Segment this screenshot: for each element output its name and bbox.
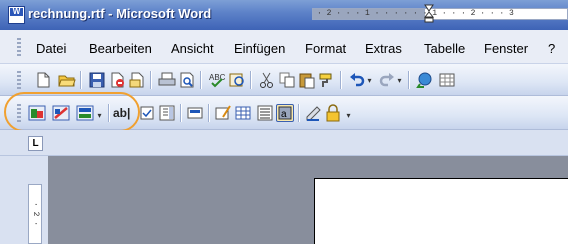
form-field-options-icon[interactable]	[186, 104, 204, 122]
toolbar-separator	[108, 104, 109, 122]
toolbar-separator	[150, 71, 151, 89]
open-folder-icon[interactable]	[58, 71, 76, 89]
undo-dropdown-icon[interactable]: ▾	[366, 75, 373, 86]
toolbar-separator	[208, 104, 209, 122]
word-document-icon[interactable]: W	[8, 6, 25, 24]
toolbar-grip[interactable]	[17, 71, 21, 89]
menu-ansicht[interactable]: Ansicht	[171, 41, 214, 56]
protect-form-icon[interactable]	[324, 104, 342, 122]
tables-borders-icon[interactable]	[438, 71, 456, 89]
menu-einfuegen[interactable]: Einfügen	[234, 41, 285, 56]
checkbox-icon[interactable]	[138, 104, 156, 122]
format-painter-icon[interactable]	[318, 71, 336, 89]
cut-icon[interactable]	[258, 71, 276, 89]
permission-icon[interactable]	[108, 71, 126, 89]
print-icon[interactable]	[158, 71, 176, 89]
spelling-icon[interactable]: ABC	[208, 71, 226, 89]
toolbar-grip[interactable]	[17, 104, 21, 122]
menu-bearbeiten[interactable]: Bearbeiten	[89, 41, 152, 56]
forms-toolbar-options-icon[interactable]: ▾	[345, 110, 352, 121]
menu-bar: Datei Bearbeiten Ansicht Einfügen Format…	[0, 30, 568, 64]
email-icon[interactable]	[128, 71, 146, 89]
form-button-3-icon[interactable]	[76, 104, 94, 122]
svg-text:a: a	[281, 109, 287, 120]
toolbar-separator	[298, 104, 299, 122]
save-icon[interactable]	[88, 71, 106, 89]
toolbar-separator	[200, 71, 201, 89]
indent-marker-icon[interactable]	[424, 4, 434, 24]
vertical-ruler[interactable]: · 2 ·	[28, 184, 42, 244]
standard-toolbar: ABC ▾ ▾	[0, 64, 568, 96]
menu-fenster[interactable]: Fenster	[484, 41, 528, 56]
form-button-1-icon[interactable]	[28, 104, 46, 122]
new-document-icon[interactable]	[34, 71, 52, 89]
forms-toolbar: ▾ ab| a ▾	[0, 96, 568, 130]
menu-tabelle[interactable]: Tabelle	[424, 41, 465, 56]
ruler-bar: L	[0, 130, 568, 156]
undo-icon[interactable]	[348, 71, 366, 89]
paste-icon[interactable]	[298, 71, 316, 89]
redo-dropdown-icon[interactable]: ▾	[396, 75, 403, 86]
toolbar-separator	[340, 71, 341, 89]
toolbar-separator	[80, 71, 81, 89]
document-page[interactable]	[314, 178, 568, 244]
menu-datei[interactable]: Datei	[36, 41, 66, 56]
svg-text:ABC: ABC	[209, 73, 226, 82]
menu-format[interactable]: Format	[305, 41, 346, 56]
form-button-2-icon[interactable]	[52, 104, 70, 122]
research-icon[interactable]	[228, 71, 246, 89]
hyperlink-icon[interactable]	[416, 71, 434, 89]
print-preview-icon[interactable]	[178, 71, 196, 89]
menu-extras[interactable]: Extras	[365, 41, 402, 56]
toolbar-separator	[250, 71, 251, 89]
copy-icon[interactable]	[278, 71, 296, 89]
insert-frame-icon[interactable]	[256, 104, 274, 122]
toolbar-separator	[180, 104, 181, 122]
text-form-field-button[interactable]: ab|	[113, 106, 130, 120]
combo-box-icon[interactable]	[158, 104, 176, 122]
left-margin-strip	[0, 156, 22, 244]
ruler-scale: · 2 · · · 1 · · · · · · 1 · · · 2 · · · …	[317, 9, 514, 18]
reset-form-icon[interactable]	[304, 104, 322, 122]
menu-bar-grip[interactable]	[17, 38, 21, 56]
insert-table-icon[interactable]	[234, 104, 252, 122]
window-title: rechnung.rtf - Microsoft Word	[28, 6, 212, 21]
redo-icon[interactable]	[378, 71, 396, 89]
horizontal-ruler[interactable]: · 2 · · · 1 · · · · · · 1 · · · 2 · · · …	[312, 8, 568, 20]
form-field-shading-icon[interactable]: a	[276, 104, 294, 122]
draw-table-icon[interactable]	[214, 104, 232, 122]
toolbar-options-icon[interactable]: ▾	[96, 110, 103, 121]
toolbar-separator	[408, 71, 409, 89]
tab-selector[interactable]: L	[28, 136, 43, 151]
menu-help[interactable]: ?	[548, 41, 555, 56]
